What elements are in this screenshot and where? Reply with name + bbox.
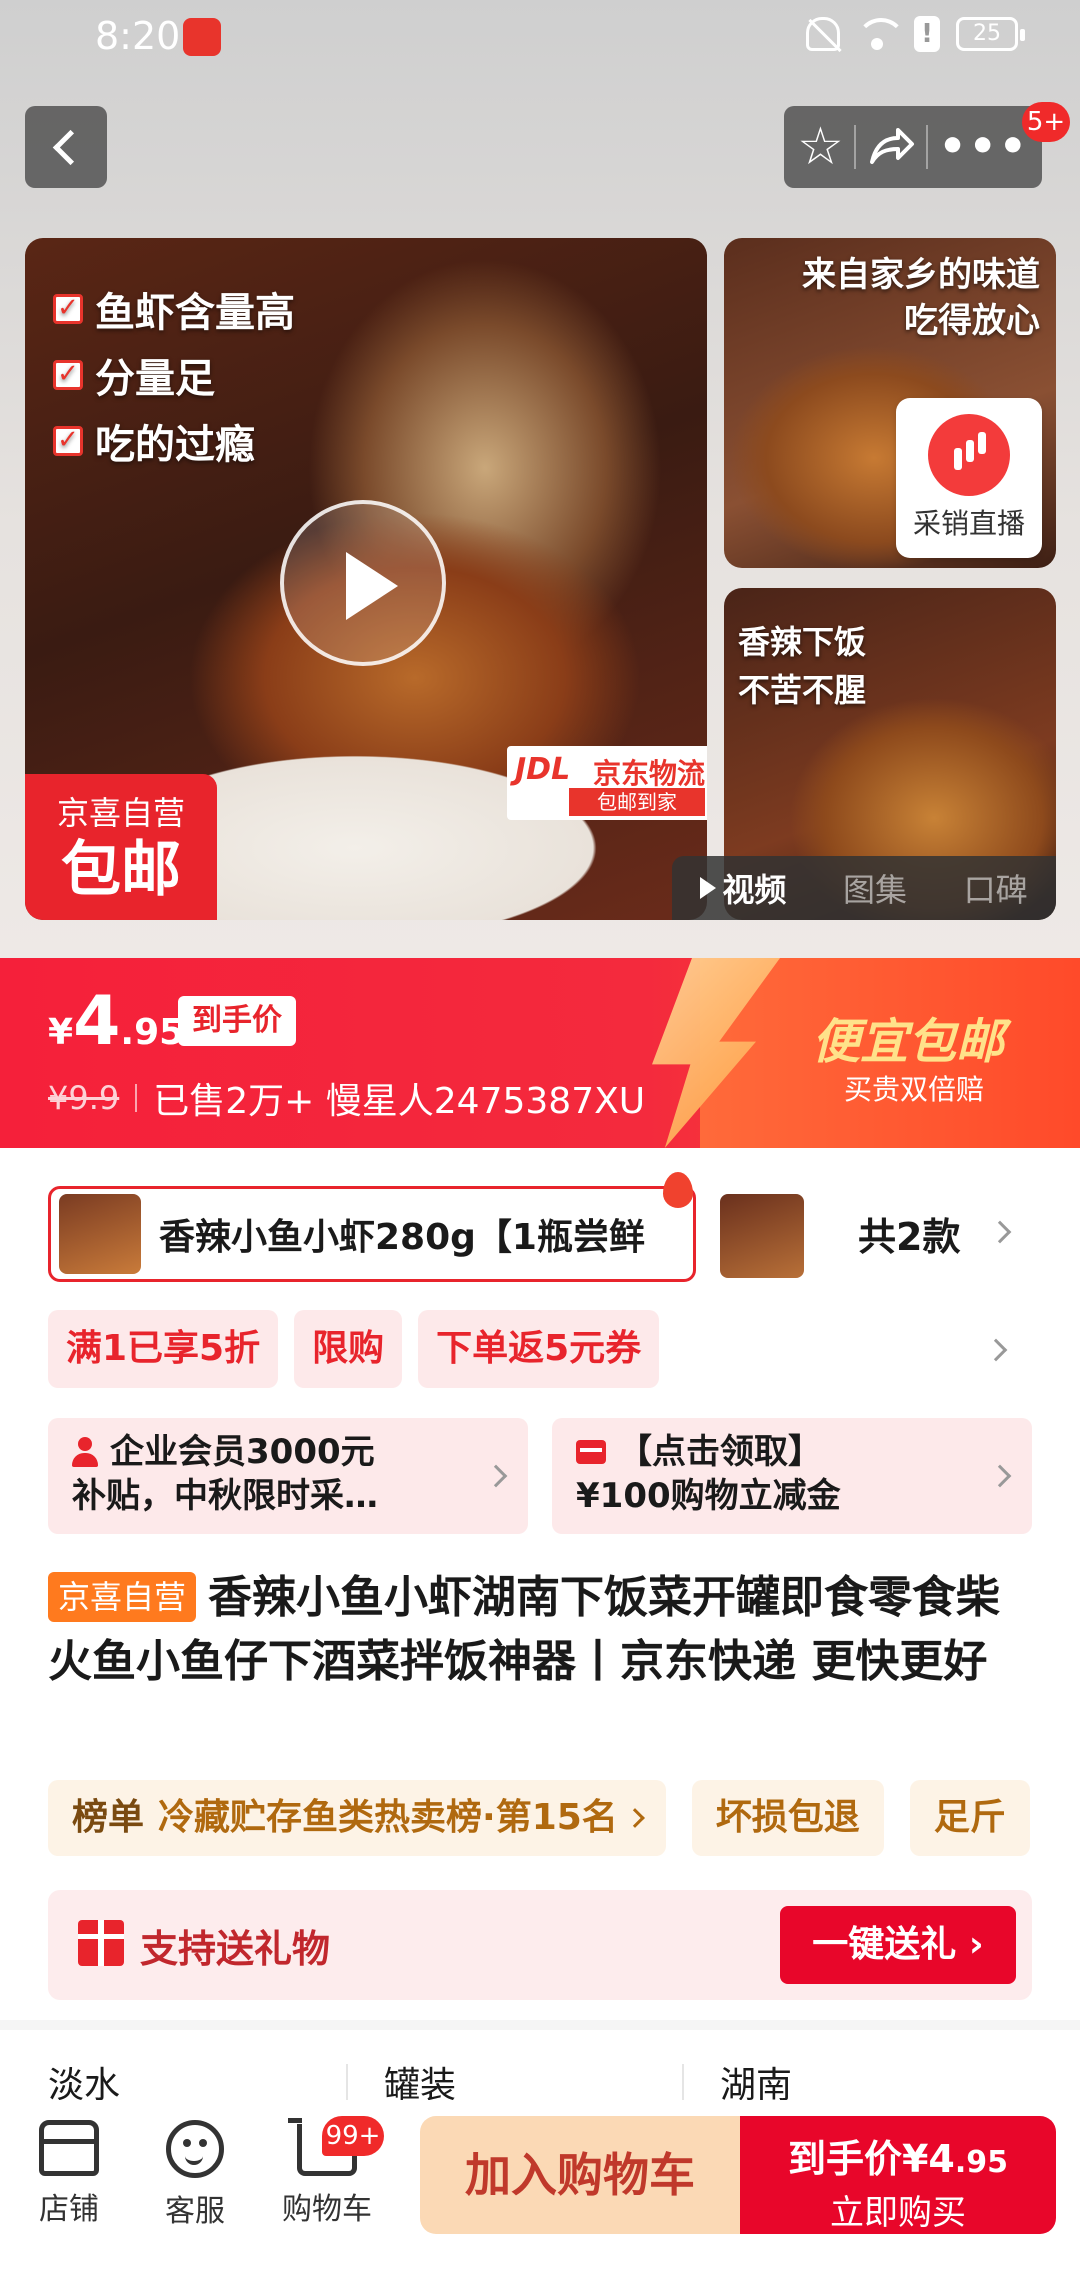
thumbnail-caption: 来自家乡的味道 吃得放心 (802, 255, 1040, 341)
bottom-action-bar: 店铺 客服 购物车 99+ 加入购物车 到手价¥4.95 立即购买 (0, 2100, 1080, 2280)
variant-label: 香辣小鱼小虾280g【1瓶尝鲜 (159, 1217, 645, 1258)
promo-tag[interactable]: 限购 (294, 1310, 403, 1388)
wifi-icon (856, 18, 906, 50)
tag-row: 榜单 冷藏贮存鱼类热卖榜·第15名 坏损包退 足斤 (48, 1780, 1080, 1856)
service-chip[interactable]: 坏损包退 (691, 1780, 884, 1856)
jdl-sub: 包邮到家 (569, 788, 705, 816)
status-bar: 8:20 ! 25 (0, 0, 1080, 76)
play-video-button[interactable] (280, 500, 446, 666)
variant-count[interactable]: 共2款 (858, 1206, 960, 1261)
live-icon (928, 414, 1010, 496)
status-icons: ! 25 (806, 16, 1025, 52)
feature-item: ✓ 鱼虾含量高 (53, 280, 295, 338)
chevron-right-icon (988, 1464, 1012, 1488)
mute-icon (806, 17, 840, 51)
sold-info: 已售2万+ 慢星人2475387XU (153, 1081, 646, 1122)
feature-item: ✓ 吃的过瘾 (53, 412, 255, 470)
jdl-logistics-badge: JDL 京东物流 包邮到家 (507, 746, 707, 820)
ranking-chip[interactable]: 榜单 冷藏贮存鱼类热卖榜·第15名 (48, 1780, 666, 1856)
media-tabs: 视频 图集 口碑 (672, 856, 1056, 920)
tab-video[interactable]: 视频 (700, 865, 786, 911)
jdl-logo: JDL (515, 752, 571, 787)
status-time: 8:20 (95, 14, 181, 58)
chevron-right-icon (624, 1808, 645, 1828)
thumbnail-caption: 香辣下饭 不苦不腥 (738, 623, 867, 709)
buy-now-button[interactable]: 到手价¥4.95 立即购买 (740, 2116, 1056, 2234)
service-chip[interactable]: 足斤 (909, 1780, 1030, 1856)
send-gift-button[interactable]: 一键送礼 › (780, 1906, 1016, 1984)
variant-option-selected[interactable]: 香辣小鱼小虾280g【1瓶尝鲜 (48, 1186, 696, 1282)
price-banner: ¥ 4 .95 到手价 ¥9.9 已售2万+ 慢星人2475387XU 便宜包邮… (0, 958, 1080, 1148)
chat-icon (166, 2120, 224, 2178)
price-tag: 到手价 (178, 996, 296, 1046)
self-operated-tag: 京喜自营 (48, 1572, 197, 1622)
promo-tag[interactable]: 下单返5元券 (418, 1310, 660, 1388)
notification-badge: 5+ (1022, 102, 1070, 142)
promo-tag[interactable]: 满1已享5折 (48, 1310, 279, 1388)
jdl-text: 京东物流 (593, 757, 706, 790)
price-subline: ¥9.9 已售2万+ 慢星人2475387XU (48, 1072, 645, 1124)
promo-title: 便宜包邮 (812, 1014, 1005, 1070)
store-icon (39, 2120, 99, 2176)
add-to-cart-button[interactable]: 加入购物车 (420, 2116, 740, 2234)
product-title: 京喜自营 香辣小鱼小虾湖南下饭菜开罐即食零食柴火鱼小鱼仔下酒菜拌饭神器丨京东快递 … (48, 1572, 1001, 1687)
store-button[interactable]: 店铺 (14, 2120, 124, 2228)
enterprise-subsidy-coupon[interactable]: 企业会员3000元 补贴，中秋限时采… (48, 1418, 528, 1534)
checkbox-icon: ✓ (53, 426, 83, 456)
self-operated-badge: 京喜自营 包邮 (25, 774, 217, 920)
back-button[interactable] (25, 106, 107, 188)
main-product-image[interactable]: ✓ 鱼虾含量高 ✓ 分量足 ✓ 吃的过瘾 JDL 京东物流 包邮到家 京喜自营 包邮 (25, 238, 707, 920)
battery-icon: 25 (956, 17, 1025, 51)
checkbox-icon: ✓ (53, 294, 83, 324)
share-icon[interactable] (866, 122, 916, 172)
promo-subtitle: 买贵双倍赔 (844, 1073, 985, 1106)
gift-section: 支持送礼物 一键送礼 › (48, 1890, 1032, 2000)
live-stream-button[interactable]: 采销直播 (896, 398, 1042, 558)
alert-icon: ! (914, 16, 940, 52)
cart-count-badge: 99+ (322, 2116, 384, 2156)
gift-label: 支持送礼物 (140, 1927, 331, 1971)
gift-icon (78, 1920, 124, 1966)
tab-gallery[interactable]: 图集 (843, 865, 907, 911)
more-icon[interactable]: ••• (938, 125, 1028, 169)
user-icon (72, 1437, 98, 1467)
variant-selector: 香辣小鱼小虾280g【1瓶尝鲜 共2款 (48, 1172, 1048, 1282)
coupon-row: 企业会员3000元 补贴，中秋限时采… 【点击领取】 ¥100购物立减金 (48, 1418, 1032, 1534)
hot-flame-icon (663, 1172, 693, 1208)
app-notification-icon (183, 18, 221, 56)
original-price: ¥9.9 (48, 1079, 120, 1117)
feature-item: ✓ 分量足 (53, 346, 215, 404)
chevron-right-icon[interactable] (988, 1220, 1012, 1244)
card-icon (576, 1440, 606, 1464)
final-price: ¥ 4 .95 (48, 982, 185, 1061)
tab-reviews[interactable]: 口碑 (964, 865, 1028, 911)
favorite-star-icon[interactable]: ☆ (797, 121, 844, 173)
variant-thumbnail (59, 1194, 141, 1274)
product-info: 香辣小鱼小虾280g【1瓶尝鲜 共2款 满1已享5折 限购 下单返5元券 企业会… (0, 1148, 1080, 2020)
customer-service-button[interactable]: 客服 (140, 2120, 250, 2230)
chevron-right-icon (484, 1464, 508, 1488)
attribute-strip: 淡水 罐装 湖南 (0, 2020, 1080, 2110)
shopping-credit-coupon[interactable]: 【点击领取】 ¥100购物立减金 (552, 1418, 1032, 1534)
variant-option[interactable] (720, 1194, 804, 1278)
header-actions: ☆ ••• (784, 106, 1042, 188)
product-gallery: 8:20 ! 25 ☆ ••• 5+ ✓ 鱼虾含量高 ✓ 分量足 ✓ 吃的过瘾 JDL… (0, 0, 1080, 960)
promo-tags: 满1已享5折 限购 下单返5元券 (48, 1310, 1048, 1388)
checkbox-icon: ✓ (53, 360, 83, 390)
